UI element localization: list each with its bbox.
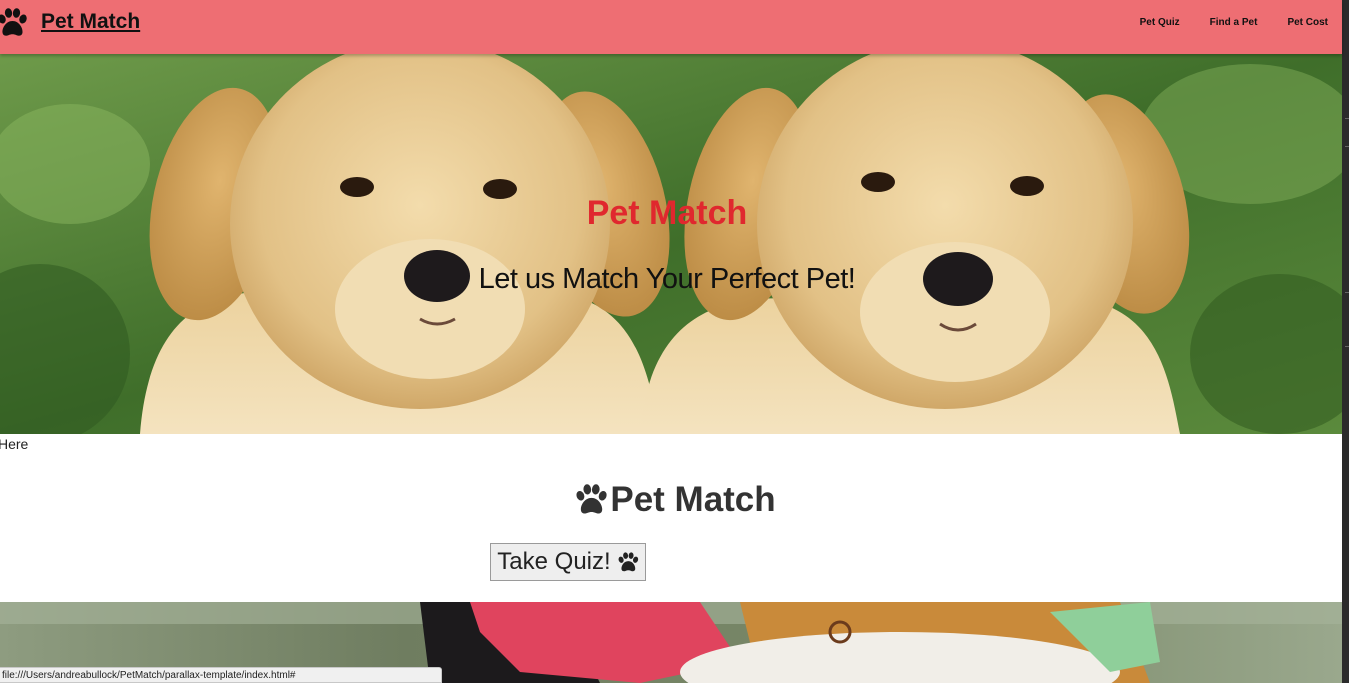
stray-text: Here	[0, 436, 29, 452]
hero-puppies-image	[0, 54, 1342, 434]
nav-link-find-a-pet[interactable]: Find a Pet	[1210, 17, 1258, 28]
section-title: Pet Match	[0, 480, 1334, 520]
brand-label: Pet Match	[41, 10, 141, 33]
nav-link-pet-cost[interactable]: Pet Cost	[1287, 17, 1328, 28]
nav-links: Pet Quiz Find a Pet Pet Cost	[1110, 0, 1328, 44]
left-puppy	[140, 54, 670, 434]
paw-icon	[574, 484, 608, 516]
hero-title: Pet Match	[586, 194, 748, 232]
take-quiz-label: Take Quiz!	[497, 548, 611, 575]
window-edge-strip	[1342, 0, 1349, 683]
brand-logo-link[interactable]: Pet Match	[0, 8, 140, 38]
link-status-bar: file:///Users/andreabullock/PetMatch/par…	[0, 667, 442, 683]
hero-subtitle: Let us Match Your Perfect Pet!	[478, 263, 856, 295]
take-quiz-button[interactable]: Take Quiz!	[490, 543, 646, 581]
section-title-label: Pet Match	[610, 480, 776, 519]
nav-link-pet-quiz[interactable]: Pet Quiz	[1140, 17, 1180, 28]
paw-icon	[0, 8, 28, 38]
paw-icon	[617, 552, 639, 573]
hero-parallax: Pet Match Let us Match Your Perfect Pet!	[0, 54, 1342, 434]
navbar: Pet Match Pet Quiz Find a Pet Pet Cost	[0, 0, 1342, 54]
